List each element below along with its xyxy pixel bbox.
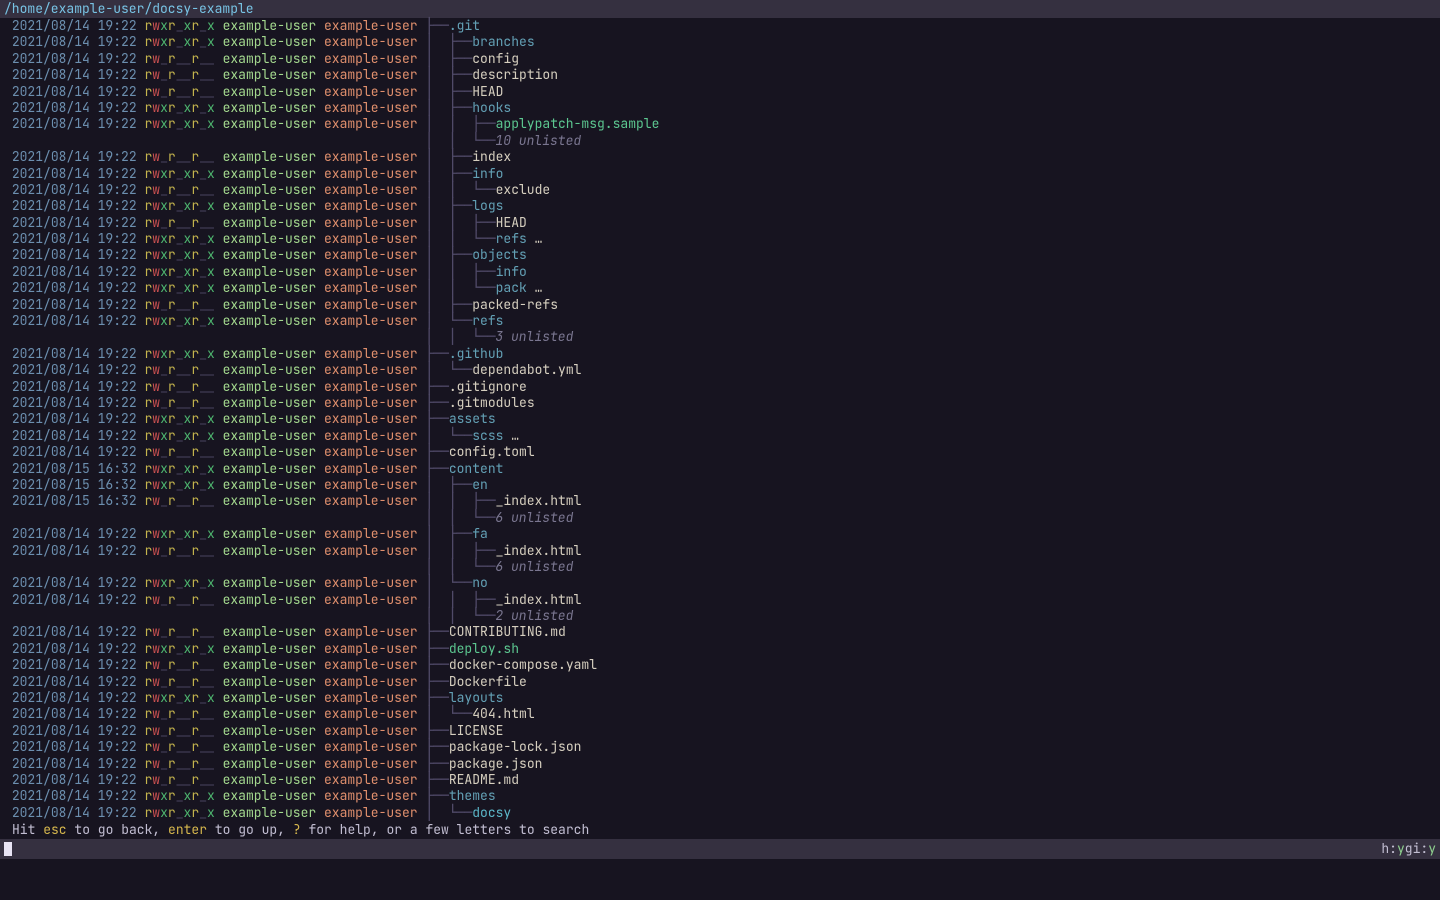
tree-row[interactable]: 2021/08/14 19:22 rwxr_xr_x example-user … — [4, 526, 1436, 542]
tree-row[interactable]: 2021/08/14 19:22 rw_r__r__ example-user … — [4, 215, 1436, 231]
tree-row[interactable]: 2021/08/14 19:22 rwxr_xr_x example-user … — [4, 198, 1436, 214]
help-text: Hit — [12, 821, 43, 838]
tree-row[interactable]: 2021/08/14 19:22 rw_r__r__ example-user … — [4, 362, 1436, 378]
tree-row[interactable]: │ │ └──6 unlisted — [4, 559, 1436, 575]
tree-row[interactable]: 2021/08/14 19:22 rw_r__r__ example-user … — [4, 592, 1436, 608]
flag-gi-value: y — [1428, 841, 1436, 857]
tree-row[interactable]: 2021/08/15 16:32 rw_r__r__ example-user … — [4, 493, 1436, 509]
tree-row[interactable]: 2021/08/14 19:22 rw_r__r__ example-user … — [4, 67, 1436, 83]
esc-key: esc — [43, 821, 66, 838]
tree-row[interactable]: 2021/08/14 19:22 rw_r__r__ example-user … — [4, 772, 1436, 788]
help-text: to go up, — [207, 821, 293, 838]
help-text: to go back, — [67, 821, 168, 838]
enter-key: enter — [168, 821, 207, 838]
tree-row[interactable]: 2021/08/14 19:22 rwxr_xr_x example-user … — [4, 313, 1436, 329]
tree-row[interactable]: 2021/08/14 19:22 rwxr_xr_x example-user … — [4, 411, 1436, 427]
tree-row[interactable]: 2021/08/14 19:22 rw_r__r__ example-user … — [4, 379, 1436, 395]
tree-row[interactable]: 2021/08/14 19:22 rw_r__r__ example-user … — [4, 51, 1436, 67]
tree-row[interactable]: │ │ └──3 unlisted — [4, 329, 1436, 345]
tree-row[interactable]: 2021/08/14 19:22 rwxr_xr_x example-user … — [4, 264, 1436, 280]
tree-row[interactable]: 2021/08/14 19:22 rw_r__r__ example-user … — [4, 543, 1436, 559]
tree-row[interactable]: 2021/08/14 19:22 rw_r__r__ example-user … — [4, 706, 1436, 722]
tree-row[interactable]: 2021/08/14 19:22 rw_r__r__ example-user … — [4, 84, 1436, 100]
tree-row[interactable]: │ │ └──6 unlisted — [4, 510, 1436, 526]
tree-row[interactable]: 2021/08/14 19:22 rwxr_xr_x example-user … — [4, 100, 1436, 116]
tree-row[interactable]: 2021/08/14 19:22 rwxr_xr_x example-user … — [4, 116, 1436, 132]
tree-row[interactable]: │ │ └──2 unlisted — [4, 608, 1436, 624]
tree-row[interactable]: 2021/08/14 19:22 rwxr_xr_x example-user … — [4, 166, 1436, 182]
flag-gi-label: gi: — [1405, 841, 1428, 857]
tree-row[interactable]: │ │ └──10 unlisted — [4, 133, 1436, 149]
help-line: Hit esc to go back, enter to go up, ? fo… — [0, 821, 1440, 839]
flag-h-value: y — [1397, 841, 1405, 857]
tree-row[interactable]: 2021/08/14 19:22 rwxr_xr_x example-user … — [4, 280, 1436, 296]
tree-row[interactable]: 2021/08/14 19:22 rw_r__r__ example-user … — [4, 756, 1436, 772]
tree-row[interactable]: 2021/08/14 19:22 rw_r__r__ example-user … — [4, 395, 1436, 411]
tree-row[interactable]: 2021/08/15 16:32 rwxr_xr_x example-user … — [4, 477, 1436, 493]
tree-row[interactable]: 2021/08/14 19:22 rw_r__r__ example-user … — [4, 674, 1436, 690]
tree-row[interactable]: 2021/08/14 19:22 rwxr_xr_x example-user … — [4, 428, 1436, 444]
title-bar: /home/example-user/docsy-example — [0, 0, 1440, 18]
tree-row[interactable]: 2021/08/14 19:22 rwxr_xr_x example-user … — [4, 18, 1436, 34]
tree-row[interactable]: 2021/08/14 19:22 rwxr_xr_x example-user … — [4, 641, 1436, 657]
tree-row[interactable]: 2021/08/14 19:22 rw_r__r__ example-user … — [4, 149, 1436, 165]
question-key: ? — [293, 821, 301, 838]
tree-row[interactable]: 2021/08/14 19:22 rwxr_xr_x example-user … — [4, 788, 1436, 804]
flag-h-label: h: — [1381, 841, 1397, 857]
tree-row[interactable]: 2021/08/14 19:22 rw_r__r__ example-user … — [4, 723, 1436, 739]
tree-row[interactable]: 2021/08/14 19:22 rw_r__r__ example-user … — [4, 624, 1436, 640]
status-bar: h:y gi:y — [0, 839, 1440, 859]
tree-row[interactable]: 2021/08/14 19:22 rwxr_xr_x example-user … — [4, 346, 1436, 362]
input-cursor[interactable] — [4, 842, 12, 856]
tree-row[interactable]: 2021/08/14 19:22 rw_r__r__ example-user … — [4, 182, 1436, 198]
tree-panel[interactable]: 2021/08/14 19:22 rwxr_xr_x example-user … — [0, 18, 1440, 821]
cwd-path: /home/example-user/docsy-example — [4, 0, 254, 17]
tree-row[interactable]: 2021/08/14 19:22 rwxr_xr_x example-user … — [4, 805, 1436, 821]
tree-row[interactable]: 2021/08/14 19:22 rw_r__r__ example-user … — [4, 739, 1436, 755]
tree-row[interactable]: 2021/08/14 19:22 rwxr_xr_x example-user … — [4, 231, 1436, 247]
tree-row[interactable]: 2021/08/14 19:22 rw_r__r__ example-user … — [4, 444, 1436, 460]
tree-row[interactable]: 2021/08/14 19:22 rwxr_xr_x example-user … — [4, 34, 1436, 50]
help-text: for help, or a few letters to search — [301, 821, 590, 838]
tree-row[interactable]: 2021/08/15 16:32 rwxr_xr_x example-user … — [4, 461, 1436, 477]
tree-row[interactable]: 2021/08/14 19:22 rwxr_xr_x example-user … — [4, 247, 1436, 263]
tree-row[interactable]: 2021/08/14 19:22 rwxr_xr_x example-user … — [4, 690, 1436, 706]
tree-row[interactable]: 2021/08/14 19:22 rwxr_xr_x example-user … — [4, 575, 1436, 591]
tree-row[interactable]: 2021/08/14 19:22 rw_r__r__ example-user … — [4, 297, 1436, 313]
tree-row[interactable]: 2021/08/14 19:22 rw_r__r__ example-user … — [4, 657, 1436, 673]
